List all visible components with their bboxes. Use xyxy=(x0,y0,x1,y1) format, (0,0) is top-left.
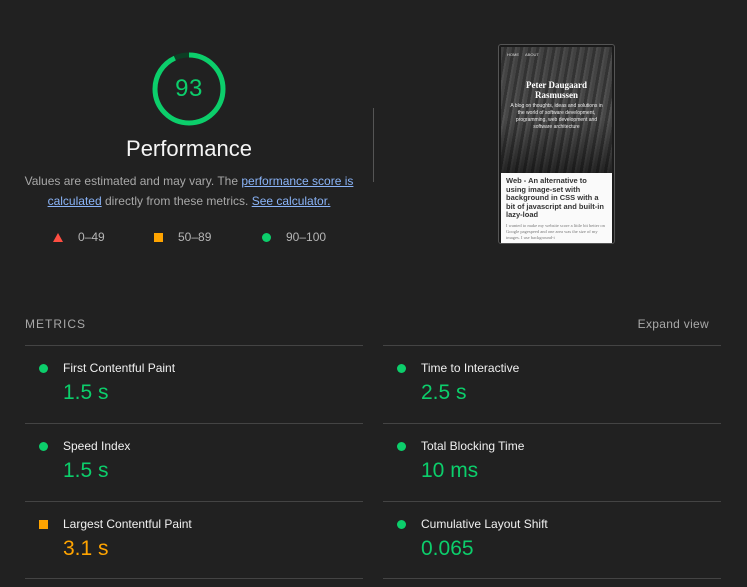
vertical-divider xyxy=(373,108,374,182)
legend-pass-label: 90–100 xyxy=(286,230,327,244)
screenshot-post: Web - An alternative to using image-set … xyxy=(501,173,612,243)
expand-view-toggle[interactable]: Expand view xyxy=(638,316,709,332)
category-title: Performance xyxy=(126,136,252,161)
pass-circle-icon xyxy=(397,520,406,529)
screenshot-nav: HOME ABOUT xyxy=(507,52,545,57)
metric-value: 1.5 s xyxy=(63,459,109,482)
triangle-icon xyxy=(53,233,63,242)
metric-name: Largest Contentful Paint xyxy=(63,517,192,531)
screenshot-site-subtitle: A blog on thoughts, ideas and solutions … xyxy=(510,103,603,130)
screenshot-post-excerpt: I wanted to make my website score a litt… xyxy=(506,222,605,240)
metrics-title: METRICS xyxy=(25,317,86,331)
see-calculator-link[interactable]: See calculator. xyxy=(252,194,331,208)
metric-time-to-interactive: Time to Interactive 2.5 s xyxy=(383,345,721,423)
metric-first-contentful-paint: First Contentful Paint 1.5 s xyxy=(25,345,363,423)
pass-circle-icon xyxy=(397,442,406,451)
performance-gauge: 93 xyxy=(151,51,227,127)
metric-name: Cumulative Layout Shift xyxy=(421,517,548,531)
metric-value: 1.5 s xyxy=(63,381,109,404)
pass-circle-icon xyxy=(39,442,48,451)
metric-name: Time to Interactive xyxy=(421,361,520,375)
metric-speed-index: Speed Index 1.5 s xyxy=(25,423,363,501)
screenshot-hero: HOME ABOUT Peter Daugaard Rasmussen A blo… xyxy=(501,47,612,173)
metric-name: First Contentful Paint xyxy=(63,361,176,375)
metrics-header: METRICS Expand view xyxy=(25,316,709,332)
score-description: Values are estimated and may vary. The p… xyxy=(20,172,358,211)
average-square-icon xyxy=(39,520,48,529)
legend-average-label: 50–89 xyxy=(178,230,212,244)
pass-circle-icon xyxy=(397,364,406,373)
metric-value: 0.065 xyxy=(421,537,474,560)
square-icon xyxy=(154,233,163,242)
metric-name: Speed Index xyxy=(63,439,131,453)
metric-value: 10 ms xyxy=(421,459,479,482)
metric-value: 3.1 s xyxy=(63,537,109,560)
screenshot-site-title: Peter Daugaard Rasmussen xyxy=(525,80,588,100)
performance-score: 93 xyxy=(175,75,203,102)
about-link: ABOUT xyxy=(525,52,539,57)
description-text-middle: directly from these metrics. xyxy=(101,193,252,208)
circle-icon xyxy=(262,233,271,242)
metric-largest-contentful-paint: Largest Contentful Paint 3.1 s xyxy=(25,501,363,579)
metric-value: 2.5 s xyxy=(421,381,467,404)
metric-name: Total Blocking Time xyxy=(421,439,525,453)
home-link: HOME xyxy=(507,52,519,57)
legend-fail-label: 0–49 xyxy=(78,230,105,244)
description-text: Values are estimated and may vary. The xyxy=(24,174,242,188)
pass-circle-icon xyxy=(39,364,48,373)
screenshot-post-title: Web - An alternative to using image-set … xyxy=(506,176,604,219)
metric-cumulative-layout-shift: Cumulative Layout Shift 0.065 xyxy=(383,501,721,579)
metric-total-blocking-time: Total Blocking Time 10 ms xyxy=(383,423,721,501)
final-screenshot[interactable]: HOME ABOUT Peter Daugaard Rasmussen A blo… xyxy=(498,44,615,244)
